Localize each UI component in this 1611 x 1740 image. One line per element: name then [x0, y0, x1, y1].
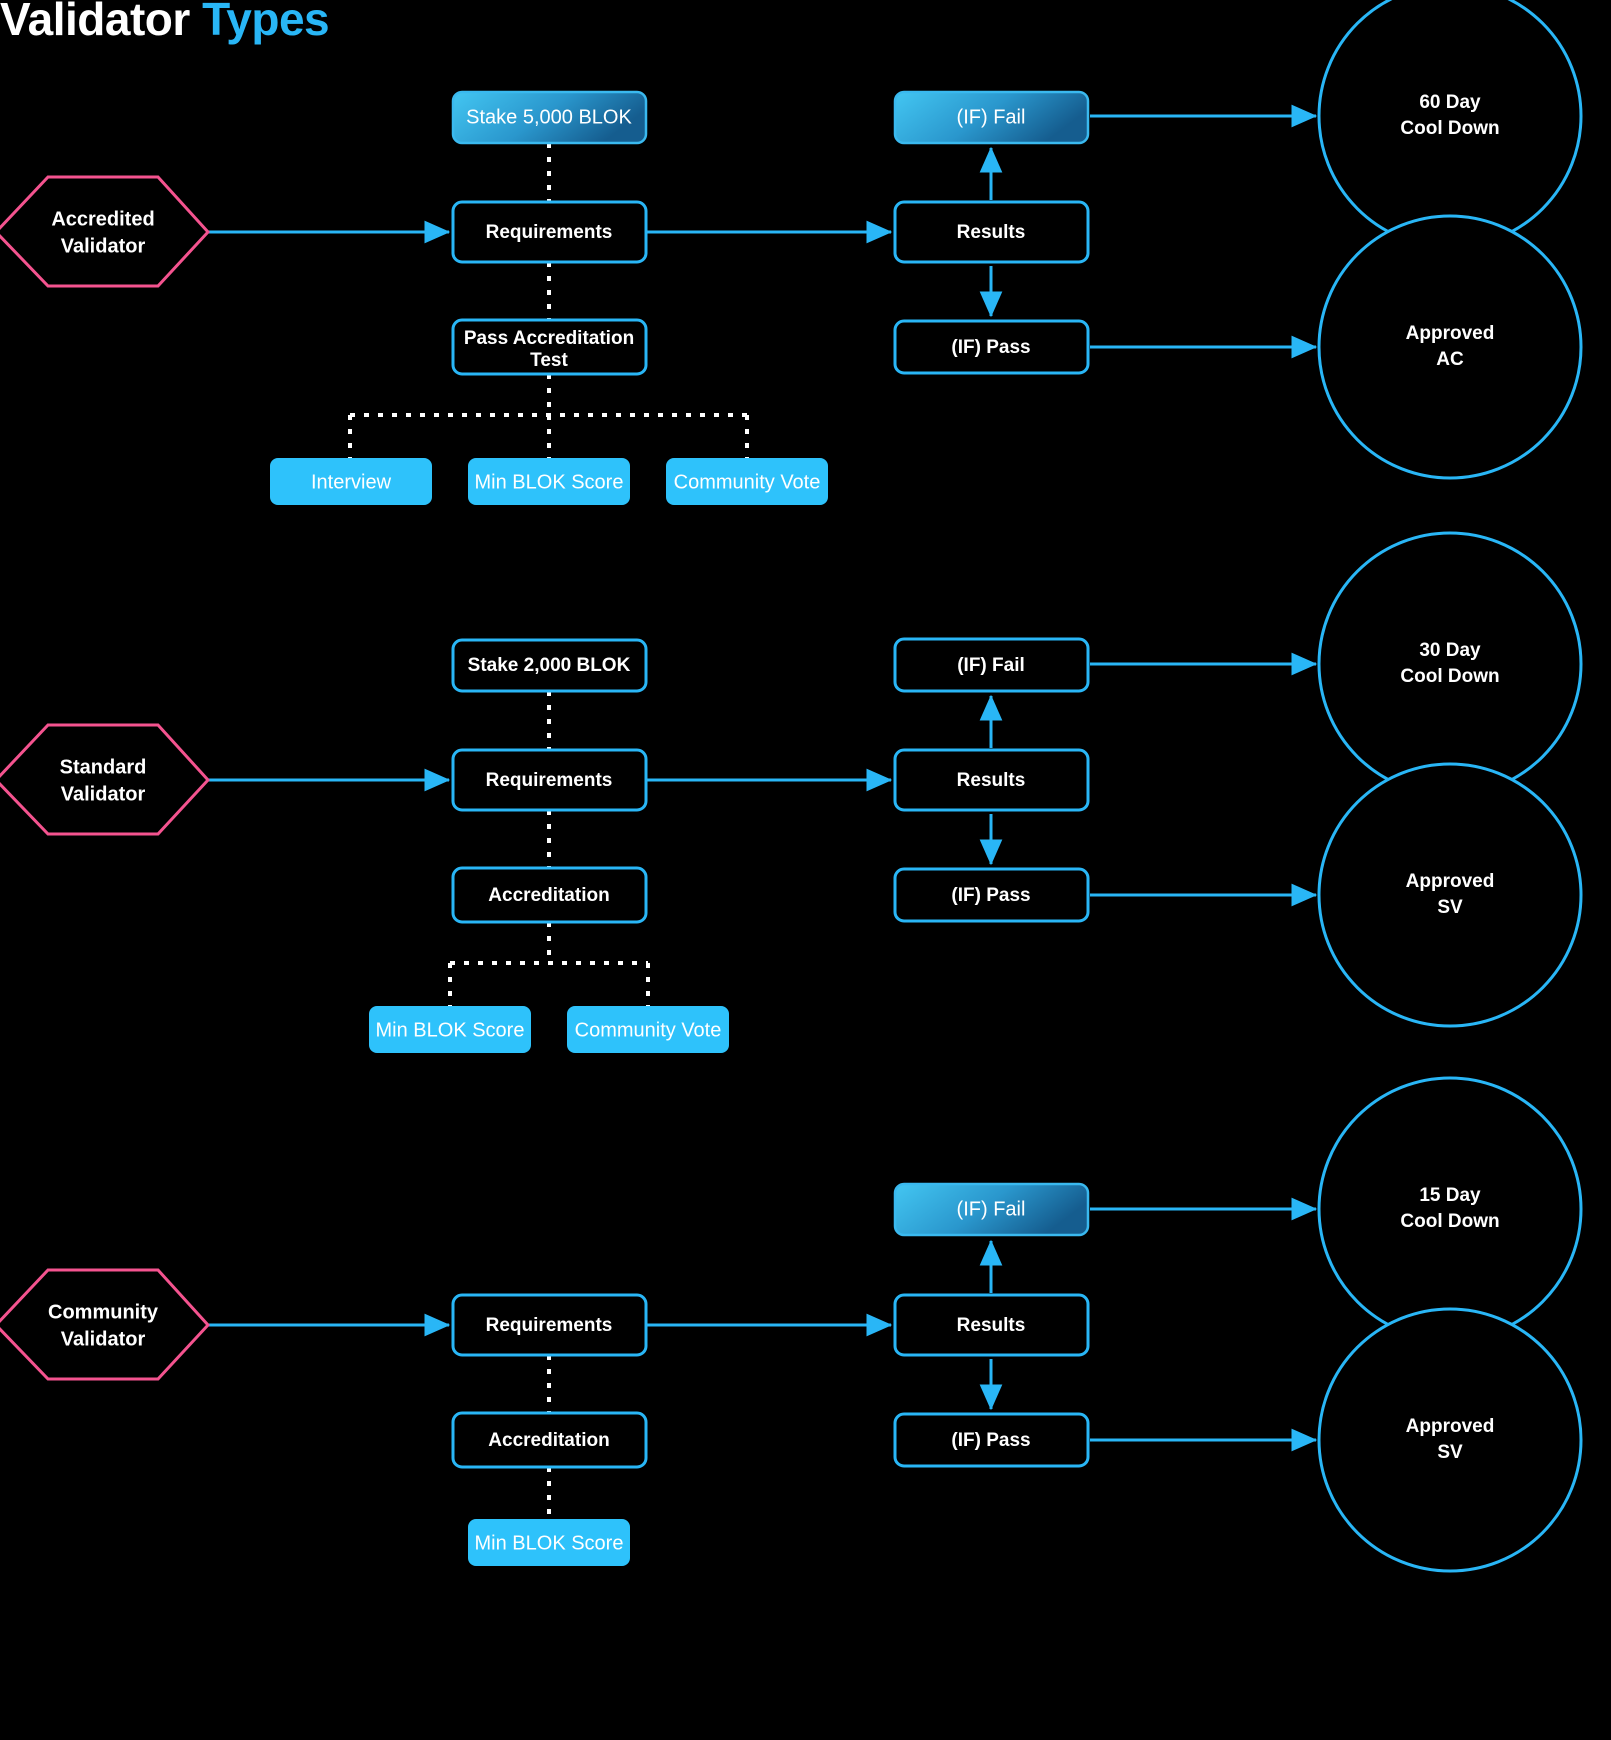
fail-outcome-line2: Cool Down: [1400, 1211, 1499, 1232]
fail-outcome-line2: Cool Down: [1400, 118, 1499, 139]
validator-types-flowchart: Accredited Validator Stake 5,000 BLOK Re…: [0, 0, 1583, 1573]
results-label: Results: [957, 222, 1026, 243]
node-if-pass[interactable]: (IF) Pass: [893, 867, 1090, 923]
node-if-fail[interactable]: (IF) Fail: [893, 1182, 1090, 1237]
node-accreditation[interactable]: Pass Accreditation Test: [451, 318, 648, 376]
node-pass-outcome-circle[interactable]: Approved AC: [1317, 214, 1583, 480]
node-if-fail[interactable]: (IF) Fail: [893, 637, 1090, 693]
node-stake[interactable]: Stake 2,000 BLOK: [451, 638, 648, 693]
source-label-line1: Standard: [60, 756, 147, 778]
requirements-label: Requirements: [486, 1315, 613, 1336]
pass-outcome-line1: Approved: [1406, 323, 1495, 344]
fail-outcome-line2: Cool Down: [1400, 666, 1499, 687]
section-standard: Standard Validator Stake 2,000 BLOK Requ…: [0, 531, 1583, 1053]
pass-outcome-line1: Approved: [1406, 1416, 1495, 1437]
node-results[interactable]: Results: [893, 1293, 1090, 1357]
node-criterion-min-blok-score[interactable]: Min BLOK Score: [468, 1519, 630, 1566]
node-pass-outcome-circle[interactable]: Approved SV: [1317, 762, 1583, 1028]
diagram-canvas: Validator Types Accredited Validator Sta…: [0, 0, 1611, 1740]
node-requirements[interactable]: Requirements: [451, 1293, 648, 1357]
pass-outcome-line2: SV: [1437, 1442, 1463, 1463]
if-fail-label: (IF) Fail: [957, 106, 1026, 128]
if-fail-label: (IF) Fail: [957, 655, 1025, 676]
section-accredited: Accredited Validator Stake 5,000 BLOK Re…: [0, 0, 1583, 505]
node-source-accredited-validator[interactable]: Accredited Validator: [0, 175, 211, 288]
section-community: Community Validator Requirements Accredi…: [0, 1076, 1583, 1573]
fail-outcome-line1: 30 Day: [1419, 640, 1481, 661]
node-requirements[interactable]: Requirements: [451, 748, 648, 812]
node-accreditation[interactable]: Accreditation: [451, 866, 648, 924]
node-pass-outcome-circle[interactable]: Approved SV: [1317, 1307, 1583, 1573]
requirements-label: Requirements: [486, 770, 613, 791]
if-pass-label: (IF) Pass: [951, 337, 1030, 358]
source-label-line1: Community: [48, 1301, 159, 1323]
criterion-label: Community Vote: [575, 1019, 722, 1041]
node-fail-outcome-circle[interactable]: 60 Day Cool Down: [1317, 0, 1583, 249]
criterion-label: Min BLOK Score: [475, 471, 624, 493]
stake-label: Stake 2,000 BLOK: [468, 655, 631, 676]
node-source-standard-validator[interactable]: Standard Validator: [0, 723, 211, 836]
if-pass-label: (IF) Pass: [951, 1430, 1030, 1451]
node-fail-outcome-circle[interactable]: 30 Day Cool Down: [1317, 531, 1583, 797]
results-label: Results: [957, 1315, 1026, 1336]
criterion-label: Min BLOK Score: [376, 1019, 525, 1041]
node-criterion-min-blok-score[interactable]: Min BLOK Score: [468, 458, 630, 505]
results-label: Results: [957, 770, 1026, 791]
node-source-community-validator[interactable]: Community Validator: [0, 1268, 211, 1381]
source-label-line2: Validator: [61, 783, 146, 805]
accreditation-label-line1: Pass Accreditation: [464, 328, 634, 349]
node-criterion-min-blok-score[interactable]: Min BLOK Score: [369, 1006, 531, 1053]
node-if-pass[interactable]: (IF) Pass: [893, 1412, 1090, 1468]
node-criterion-community-vote[interactable]: Community Vote: [666, 458, 828, 505]
stake-label: Stake 5,000 BLOK: [466, 106, 632, 128]
node-if-fail[interactable]: (IF) Fail: [893, 90, 1090, 145]
pass-outcome-line2: SV: [1437, 897, 1463, 918]
node-criterion-community-vote[interactable]: Community Vote: [567, 1006, 729, 1053]
fail-outcome-line1: 15 Day: [1419, 1185, 1481, 1206]
pass-outcome-line2: AC: [1436, 349, 1464, 370]
if-fail-label: (IF) Fail: [957, 1198, 1026, 1220]
node-fail-outcome-circle[interactable]: 15 Day Cool Down: [1317, 1076, 1583, 1342]
node-if-pass[interactable]: (IF) Pass: [893, 319, 1090, 375]
node-criterion-interview[interactable]: Interview: [270, 458, 432, 505]
accreditation-label-line1: Accreditation: [488, 885, 609, 906]
accreditation-label-line2: Test: [530, 350, 568, 371]
node-results[interactable]: Results: [893, 748, 1090, 812]
source-label-line2: Validator: [61, 235, 146, 257]
source-label-line1: Accredited: [51, 208, 154, 230]
node-stake[interactable]: Stake 5,000 BLOK: [451, 90, 648, 145]
accreditation-label-line1: Accreditation: [488, 1430, 609, 1451]
pass-outcome-line1: Approved: [1406, 871, 1495, 892]
criterion-label: Interview: [311, 471, 392, 493]
source-label-line2: Validator: [61, 1328, 146, 1350]
node-accreditation[interactable]: Accreditation: [451, 1411, 648, 1469]
node-requirements[interactable]: Requirements: [451, 200, 648, 264]
requirements-label: Requirements: [486, 222, 613, 243]
criterion-label: Community Vote: [674, 471, 821, 493]
fail-outcome-line1: 60 Day: [1419, 92, 1481, 113]
criterion-label: Min BLOK Score: [475, 1532, 624, 1554]
node-results[interactable]: Results: [893, 200, 1090, 264]
if-pass-label: (IF) Pass: [951, 885, 1030, 906]
